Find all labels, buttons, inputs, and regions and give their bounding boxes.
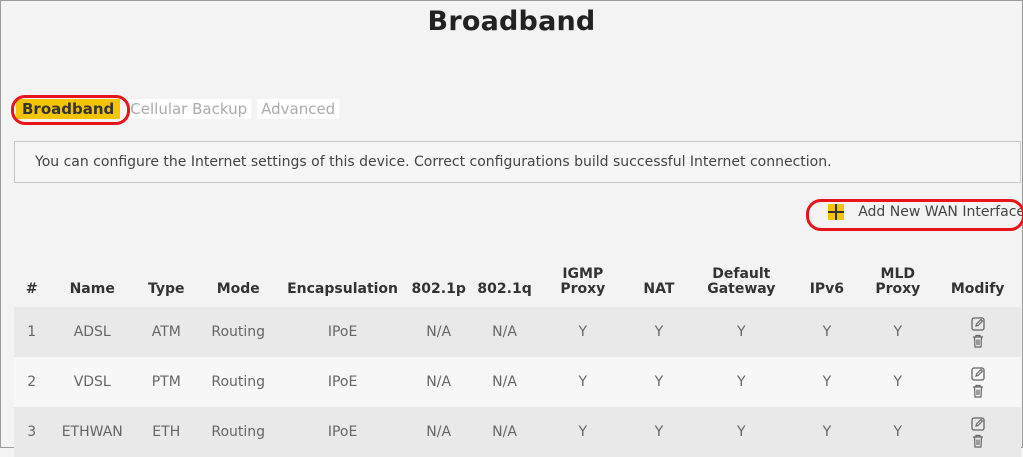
cell-igmp-proxy: Y (537, 357, 628, 407)
tab-cellular-backup[interactable]: Cellular Backup (126, 99, 252, 119)
col-modify: Modify (950, 281, 1005, 297)
wan-interface-table: # Name Type Mode Encapsulation 802.1p 80… (14, 243, 1021, 457)
cell-mode: Routing (197, 307, 279, 357)
edit-icon[interactable] (970, 366, 985, 381)
highlight-ring-tab (11, 95, 130, 125)
edit-icon[interactable] (970, 416, 985, 431)
cell-modify (934, 307, 1021, 357)
col-type: Type (148, 281, 185, 297)
cell-mld-proxy: Y (861, 307, 935, 357)
table-header-row: # Name Type Mode Encapsulation 802.1p 80… (14, 243, 1021, 307)
highlight-ring-add (806, 199, 1023, 231)
cell-number: 1 (14, 307, 50, 357)
cell-default-gateway: Y (690, 357, 793, 407)
col-nat: NAT (643, 281, 675, 297)
cell-default-gateway: Y (690, 307, 793, 357)
cell-8021p: N/A (406, 307, 472, 357)
col-default-gateway: Default Gateway (707, 266, 776, 297)
edit-icon[interactable] (970, 316, 985, 331)
col-name: Name (69, 281, 115, 297)
cell-type: PTM (134, 357, 198, 407)
col-mld-proxy: MLD Proxy (875, 266, 921, 297)
col-8021p: 802.1p (411, 281, 466, 297)
cell-8021p: N/A (406, 407, 472, 457)
cell-mld-proxy: Y (861, 357, 935, 407)
cell-8021p: N/A (406, 357, 472, 407)
table-row: 2 VDSL PTM Routing IPoE N/A N/A Y Y Y Y … (14, 357, 1021, 407)
table-row: 1 ADSL ATM Routing IPoE N/A N/A Y Y Y Y … (14, 307, 1021, 357)
cell-default-gateway: Y (690, 407, 793, 457)
cell-number: 2 (14, 357, 50, 407)
trash-icon[interactable] (972, 384, 984, 398)
info-text: You can configure the Internet settings … (35, 154, 832, 170)
trash-icon[interactable] (972, 334, 984, 348)
page-title: Broadband (427, 6, 596, 37)
cell-encapsulation: IPoE (278, 307, 407, 357)
cell-ipv6: Y (792, 307, 862, 357)
cell-igmp-proxy: Y (537, 407, 628, 457)
cell-mld-proxy: Y (861, 407, 935, 457)
cell-name: ADSL (49, 307, 135, 357)
col-8021q: 802.1q (477, 281, 532, 297)
trash-icon[interactable] (972, 434, 984, 448)
cell-nat: Y (627, 357, 691, 407)
cell-modify (934, 407, 1021, 457)
col-number: # (25, 281, 38, 297)
cell-mode: Routing (197, 357, 279, 407)
col-encapsulation: Encapsulation (287, 281, 399, 297)
cell-name: ETHWAN (49, 407, 135, 457)
cell-name: VDSL (49, 357, 135, 407)
cell-mode: Routing (197, 407, 279, 457)
col-ipv6: IPv6 (809, 281, 845, 297)
cell-type: ETH (134, 407, 198, 457)
cell-8021q: N/A (471, 357, 538, 407)
cell-igmp-proxy: Y (537, 307, 628, 357)
cell-encapsulation: IPoE (278, 357, 407, 407)
cell-encapsulation: IPoE (278, 407, 407, 457)
cell-number: 3 (14, 407, 50, 457)
col-igmp-proxy: IGMP Proxy (560, 266, 606, 297)
col-mode: Mode (216, 281, 260, 297)
info-message: You can configure the Internet settings … (14, 141, 1021, 183)
cell-ipv6: Y (792, 407, 862, 457)
cell-ipv6: Y (792, 357, 862, 407)
cell-modify (934, 357, 1021, 407)
table-row: 3 ETHWAN ETH Routing IPoE N/A N/A Y Y Y … (14, 407, 1021, 457)
cell-nat: Y (627, 307, 691, 357)
cell-type: ATM (134, 307, 198, 357)
cell-8021q: N/A (471, 307, 538, 357)
cell-nat: Y (627, 407, 691, 457)
tab-advanced[interactable]: Advanced (257, 99, 340, 119)
cell-8021q: N/A (471, 407, 538, 457)
